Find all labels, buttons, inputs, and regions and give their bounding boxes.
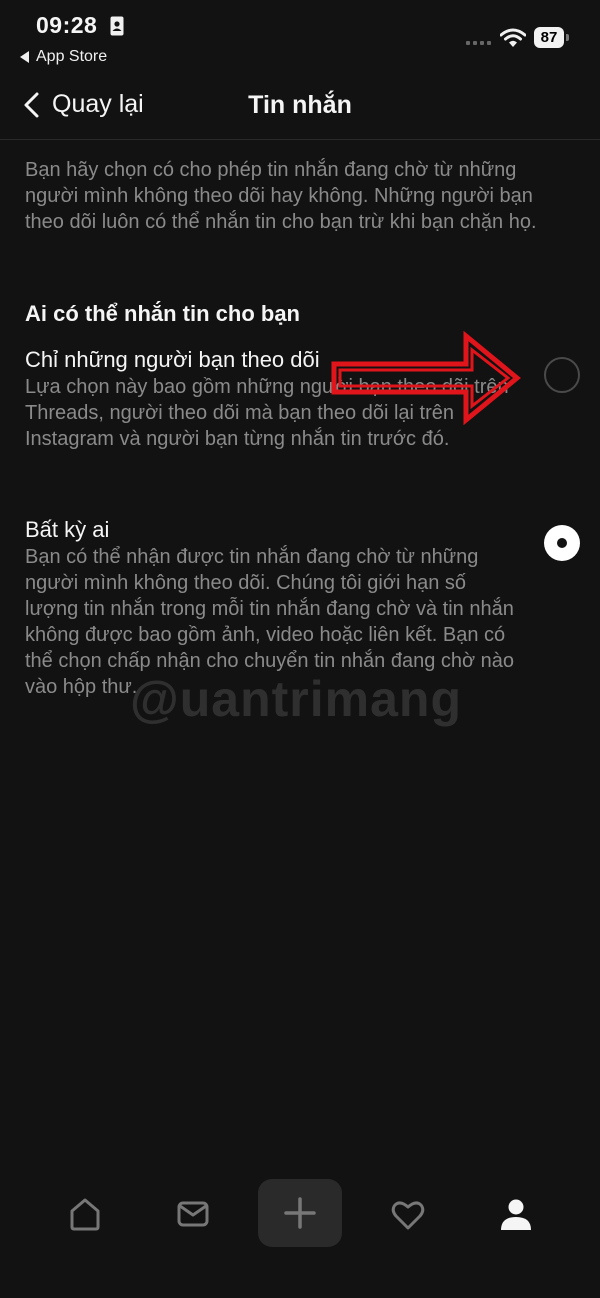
plus-icon bbox=[284, 1197, 316, 1229]
nav-inbox[interactable] bbox=[163, 1176, 223, 1252]
watermark: @uantrimang bbox=[130, 671, 462, 727]
heart-icon bbox=[391, 1201, 425, 1230]
option-label: Bất kỳ ai bbox=[25, 517, 110, 542]
cellular-signal-icon bbox=[466, 41, 491, 45]
bottom-nav bbox=[0, 1176, 600, 1252]
profile-icon bbox=[501, 1199, 531, 1230]
wifi-icon bbox=[500, 28, 526, 47]
battery-indicator: 87 bbox=[534, 27, 564, 48]
section-title: Ai có thể nhắn tin cho bạn bbox=[25, 301, 300, 326]
nav-profile[interactable] bbox=[486, 1176, 546, 1252]
nav-create[interactable] bbox=[258, 1179, 342, 1247]
page-title: Tin nhắn bbox=[248, 91, 352, 119]
back-triangle-icon bbox=[20, 51, 29, 63]
radio-anyone[interactable] bbox=[544, 525, 580, 561]
status-time: 09:28 bbox=[36, 12, 98, 38]
intro-text: Bạn hãy chọn có cho phép tin nhắn đang c… bbox=[25, 159, 537, 233]
nav-header: Quay lại Tin nhắn bbox=[0, 76, 600, 140]
status-bar: 09:28 App Store 87 bbox=[0, 0, 600, 76]
battery-tip bbox=[566, 34, 569, 41]
nav-home[interactable] bbox=[55, 1176, 115, 1252]
radio-followed-only[interactable] bbox=[544, 357, 580, 393]
back-app-label: App Store bbox=[36, 48, 108, 65]
back-to-app-store[interactable]: App Store bbox=[20, 48, 107, 66]
nav-activity[interactable] bbox=[378, 1176, 438, 1252]
home-icon bbox=[70, 1198, 100, 1231]
red-arrow-annotation bbox=[331, 330, 521, 426]
inbox-icon bbox=[177, 1201, 209, 1227]
contact-card-icon bbox=[110, 16, 124, 36]
